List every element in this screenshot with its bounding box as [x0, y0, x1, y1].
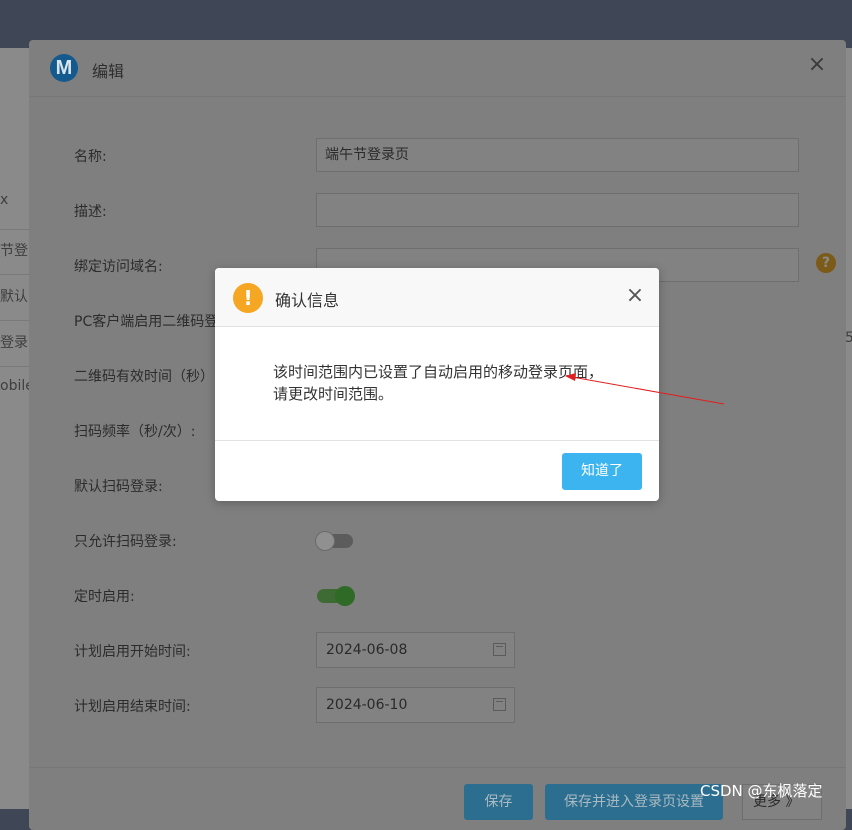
confirm-modal: ! 确认信息 × 该时间范围内已设置了自动启用的移动登录页面，请更改时间范围。 … [215, 268, 659, 501]
modal-divider [215, 440, 659, 441]
start-date-value: 2024-06-08 [326, 642, 408, 658]
edit-dialog-title: 编辑 [92, 62, 125, 81]
end-time-label: 计划启用结束时间: [74, 699, 191, 715]
ok-button[interactable]: 知道了 [562, 453, 642, 490]
pc-qrcode-label: PC客户端启用二维码登 [74, 314, 219, 330]
watermark: CSDN @东枫落定 [700, 782, 823, 800]
modal-header: ! 确认信息 × [215, 268, 659, 327]
start-time-label: 计划启用开始时间: [74, 644, 191, 660]
bg-text-fragment: x [0, 192, 9, 208]
domain-label: 绑定访问域名: [74, 259, 163, 275]
modal-title: 确认信息 [275, 291, 340, 310]
name-label: 名称: [74, 149, 107, 165]
scheduled-enable-label: 定时启用: [74, 589, 135, 605]
close-icon[interactable]: × [806, 54, 828, 76]
qrcode-validity-label: 二维码有效时间（秒） [74, 369, 214, 385]
bg-text-fragment: 登录 [0, 335, 28, 351]
close-icon[interactable]: × [624, 285, 646, 307]
end-date-value: 2024-06-10 [326, 697, 408, 713]
description-label: 描述: [74, 204, 107, 220]
modal-message: 该时间范围内已设置了自动启用的移动登录页面，请更改时间范围。 [273, 363, 604, 403]
name-field[interactable]: 端午节登录页 [316, 138, 799, 172]
bg-text-fragment: 5 [845, 330, 852, 346]
app-logo: M [50, 54, 78, 82]
help-icon[interactable]: ? [816, 253, 836, 273]
edit-dialog-header: M 编辑 × [29, 40, 846, 97]
default-scan-login-label: 默认扫码登录: [74, 479, 163, 495]
scan-only-login-label: 只允许扫码登录: [74, 534, 177, 550]
footer-divider [29, 767, 846, 768]
save-and-enter-button[interactable]: 保存并进入登录页设置 [545, 784, 723, 820]
end-date-field[interactable]: 2024-06-10 [316, 687, 515, 723]
calendar-icon[interactable] [493, 698, 506, 711]
scheduled-enable-toggle[interactable] [317, 586, 355, 606]
scan-frequency-label: 扫码频率（秒/次）: [74, 424, 196, 440]
background-list-fragment: x 节登 默认 登录 obile [0, 48, 34, 809]
start-date-field[interactable]: 2024-06-08 [316, 632, 515, 668]
warning-icon: ! [233, 283, 263, 313]
save-button[interactable]: 保存 [464, 784, 533, 820]
scan-only-login-toggle[interactable] [315, 531, 353, 551]
bg-text-fragment: 默认 [0, 289, 28, 305]
calendar-icon[interactable] [493, 643, 506, 656]
description-field[interactable] [316, 193, 799, 227]
bg-text-fragment: 节登 [0, 243, 28, 259]
